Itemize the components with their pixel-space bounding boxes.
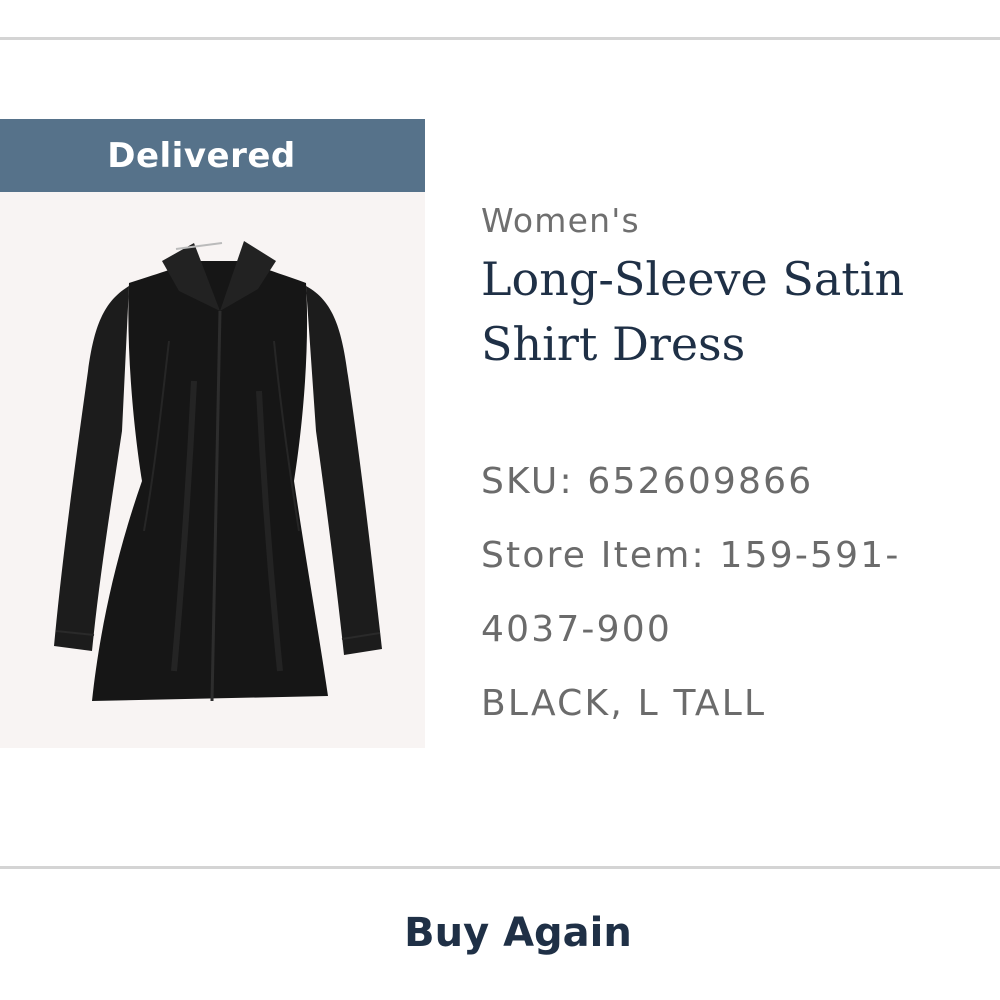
product-title[interactable]: Long-Sleeve Satin Shirt Dress <box>481 247 981 377</box>
delivery-status-label: Delivered <box>107 135 296 176</box>
color-size-text: BLACK, L TALL <box>481 683 767 724</box>
store-item-text-line-1: Store Item: 159-591- <box>481 535 901 576</box>
store-item-text-line-2: 4037-900 <box>481 609 672 650</box>
sku-text: SKU: 652609866 <box>481 461 814 502</box>
product-details: SKU: 652609866 Store Item: 159-591- 4037… <box>481 445 996 741</box>
top-divider <box>0 37 1000 40</box>
dress-image <box>54 241 382 702</box>
product-info: Women's Long-Sleeve Satin Shirt Dress SK… <box>481 201 996 741</box>
order-item-page: Delivered Women's Long-Sleeve Satin Shir… <box>0 0 1000 1000</box>
product-card: Delivered Women's Long-Sleeve Satin Shir… <box>0 119 1000 749</box>
buy-again-button[interactable]: Buy Again <box>0 869 1000 1000</box>
delivered-status-banner: Delivered <box>0 119 425 192</box>
buy-again-label: Buy Again <box>404 909 632 956</box>
product-image-panel[interactable]: Delivered <box>0 119 425 748</box>
product-category: Women's <box>481 201 640 240</box>
